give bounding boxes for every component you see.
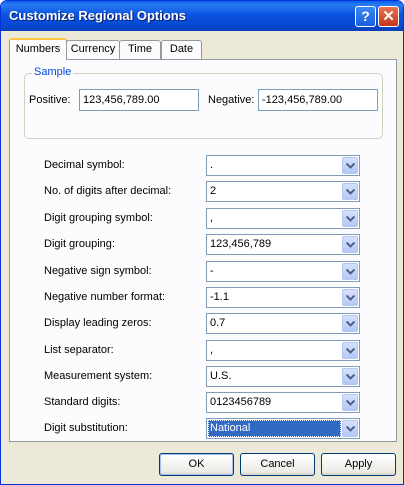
title-bar[interactable]: Customize Regional Options ? ✕	[1, 1, 403, 31]
measurement-system-value: U.S.	[210, 370, 232, 382]
digit-substitution-value: National	[208, 420, 341, 437]
dropdown-button[interactable]	[342, 394, 358, 411]
numbers-tab-panel: Sample Positive: 123,456,789.00 Negative…	[9, 59, 397, 442]
decimal-symbol-combo[interactable]: .	[206, 155, 360, 176]
negative-sign-symbol-label: Negative sign symbol:	[44, 265, 152, 277]
digit-substitution-combo[interactable]: National	[206, 418, 360, 439]
chevron-down-icon	[346, 295, 355, 301]
display-leading-zeros-label: Display leading zeros:	[44, 317, 152, 329]
chevron-down-icon	[346, 189, 355, 195]
sample-group: Sample Positive: 123,456,789.00 Negative…	[24, 66, 383, 139]
tab-numbers[interactable]: Numbers	[9, 38, 67, 60]
dropdown-button[interactable]	[342, 342, 358, 359]
standard-digits-label: Standard digits:	[44, 396, 121, 408]
measurement-system-label: Measurement system:	[44, 370, 153, 382]
ok-button[interactable]: OK	[159, 453, 234, 476]
standard-digits-combo[interactable]: 0123456789	[206, 392, 360, 413]
digits-after-decimal-label: No. of digits after decimal:	[44, 185, 172, 197]
tab-time[interactable]: Time	[119, 40, 161, 59]
negative-label: Negative:	[208, 94, 255, 106]
standard-digits-value: 0123456789	[210, 396, 272, 408]
close-button[interactable]: ✕	[378, 6, 399, 27]
digit-grouping-combo[interactable]: 123,456,789	[206, 234, 360, 255]
digits-after-decimal-combo[interactable]: 2	[206, 181, 360, 202]
list-separator-label: List separator:	[44, 344, 114, 356]
chevron-down-icon	[346, 426, 355, 432]
digit-substitution-label: Digit substitution:	[44, 422, 128, 434]
chevron-down-icon	[346, 269, 355, 275]
dropdown-button[interactable]	[342, 263, 358, 280]
digit-grouping-symbol-value: ,	[210, 212, 214, 224]
dropdown-button[interactable]	[342, 315, 358, 332]
dropdown-button[interactable]	[342, 210, 358, 227]
dropdown-button[interactable]	[342, 420, 358, 437]
measurement-system-combo[interactable]: U.S.	[206, 366, 360, 387]
list-separator-value: ,	[210, 344, 214, 356]
help-button[interactable]: ?	[355, 6, 376, 27]
tab-date[interactable]: Date	[161, 40, 202, 59]
list-separator-combo[interactable]: ,	[206, 340, 360, 361]
dropdown-button[interactable]	[342, 236, 358, 253]
negative-number-format-value: -1.1	[210, 291, 229, 303]
positive-label: Positive:	[29, 94, 71, 106]
close-icon: ✕	[382, 8, 395, 25]
digit-grouping-value: 123,456,789	[210, 238, 272, 250]
negative-number-format-combo[interactable]: -1.1	[206, 287, 360, 308]
negative-sign-symbol-value: -	[210, 265, 214, 277]
positive-sample-field: 123,456,789.00	[79, 89, 199, 111]
negative-number-format-label: Negative number format:	[44, 291, 166, 303]
dropdown-button[interactable]	[342, 183, 358, 200]
chevron-down-icon	[346, 216, 355, 222]
help-icon: ?	[361, 8, 370, 24]
negative-sample-field: -123,456,789.00	[258, 89, 378, 111]
decimal-symbol-label: Decimal symbol:	[44, 159, 125, 171]
dropdown-button[interactable]	[342, 157, 358, 174]
chevron-down-icon	[346, 400, 355, 406]
display-leading-zeros-value: 0.7	[210, 317, 226, 329]
digit-grouping-symbol-label: Digit grouping symbol:	[44, 212, 153, 224]
dropdown-button[interactable]	[342, 289, 358, 306]
display-leading-zeros-combo[interactable]: 0.7	[206, 313, 360, 334]
digit-grouping-label: Digit grouping:	[44, 238, 115, 250]
digit-grouping-symbol-combo[interactable]: ,	[206, 208, 360, 229]
dropdown-button[interactable]	[342, 368, 358, 385]
chevron-down-icon	[346, 321, 355, 327]
chevron-down-icon	[346, 163, 355, 169]
cancel-button[interactable]: Cancel	[240, 453, 315, 476]
customize-regional-options-dialog: Customize Regional Options ? ✕ Numbers C…	[0, 0, 404, 485]
decimal-symbol-value: .	[210, 159, 214, 171]
negative-sign-symbol-combo[interactable]: -	[206, 261, 360, 282]
sample-legend: Sample	[32, 66, 74, 78]
digits-after-decimal-value: 2	[210, 185, 217, 197]
tab-currency[interactable]: Currency	[66, 40, 120, 59]
window-title: Customize Regional Options	[9, 8, 186, 23]
apply-button[interactable]: Apply	[321, 453, 396, 476]
chevron-down-icon	[346, 348, 355, 354]
chevron-down-icon	[346, 242, 355, 248]
chevron-down-icon	[346, 374, 355, 380]
